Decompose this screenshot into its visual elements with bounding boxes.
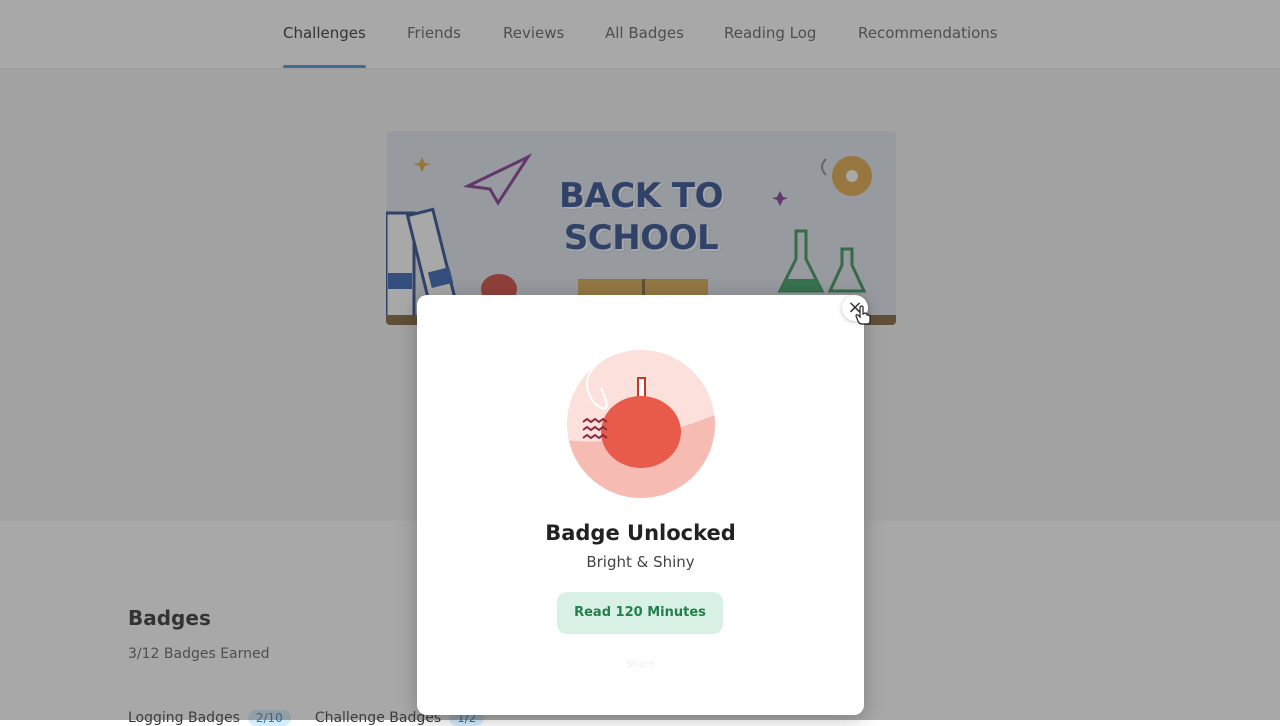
- badge-goal-pill: Read 120 Minutes: [557, 592, 723, 634]
- badge-unlocked-modal: × Badge Unlocked Bright & Shiny Read 120…: [417, 295, 868, 715]
- share-link[interactable]: Share: [417, 659, 864, 670]
- badge-name: Bright & Shiny: [586, 553, 695, 571]
- apple-badge-icon: [567, 350, 715, 498]
- hand-cursor-icon: [855, 305, 871, 325]
- modal-title: Badge Unlocked: [545, 521, 736, 545]
